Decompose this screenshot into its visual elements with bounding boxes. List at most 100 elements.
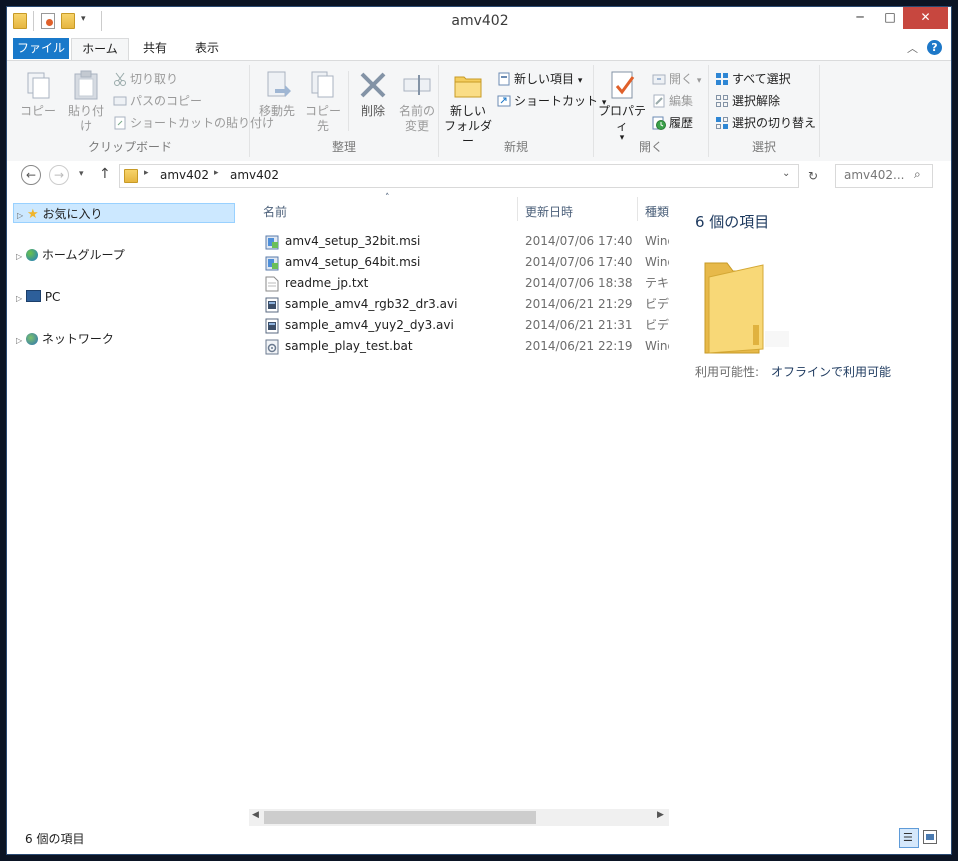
- availability-label: 利用可能性:: [695, 365, 760, 379]
- copy-to-button[interactable]: コピー先: [300, 69, 346, 134]
- rename-button[interactable]: 名前の 変更: [394, 69, 440, 134]
- file-type: ビデオ: [645, 297, 669, 311]
- properties-button[interactable]: プロパティ ▾: [596, 69, 648, 143]
- help-icon[interactable]: ?: [927, 40, 942, 55]
- history-button[interactable]: 履歴: [652, 113, 693, 133]
- collapse-ribbon-icon[interactable]: ︿: [907, 40, 918, 56]
- up-button[interactable]: ↑: [99, 166, 111, 182]
- cut-button[interactable]: 切り取り: [113, 69, 178, 89]
- new-group-label: 新規: [503, 140, 528, 154]
- invert-selection-button[interactable]: 選択の切り替え: [715, 113, 816, 133]
- table-row[interactable]: sample_amv4_rgb32_dr3.avi 2014/06/21 21:…: [245, 294, 669, 315]
- nav-item-favorites[interactable]: ▷ ★ お気に入り: [13, 203, 235, 223]
- large-icons-view-button[interactable]: [923, 830, 937, 844]
- column-divider[interactable]: [637, 197, 638, 221]
- breadcrumb-item[interactable]: amv402: [230, 168, 279, 182]
- nav-item-network[interactable]: ▷ ネットワーク: [13, 329, 114, 349]
- select-all-icon: [715, 72, 729, 86]
- table-row[interactable]: amv4_setup_32bit.msi 2014/07/06 17:40 Wi…: [245, 231, 669, 252]
- column-header-date[interactable]: 更新日時: [525, 203, 573, 220]
- installer-icon: [265, 234, 279, 250]
- item-count-heading: 6 個の項目: [695, 213, 770, 231]
- recent-locations-icon[interactable]: ▾: [79, 169, 84, 179]
- tab-share[interactable]: 共有: [131, 38, 179, 59]
- column-header-type[interactable]: 種類: [645, 203, 669, 220]
- rename-icon: [401, 69, 433, 101]
- text-file-icon: [265, 276, 279, 292]
- address-dropdown-icon[interactable]: ⌄: [782, 168, 790, 179]
- new-folder-button[interactable]: 新しい フォルダー: [443, 69, 493, 149]
- close-button[interactable]: ✕: [903, 7, 948, 29]
- select-none-label: 選択解除: [732, 94, 781, 108]
- copy-path-button[interactable]: パスのコピー: [113, 91, 202, 111]
- minimize-button[interactable]: ─: [845, 7, 875, 29]
- file-name: readme_jp.txt: [285, 276, 369, 290]
- table-row[interactable]: readme_jp.txt 2014/07/06 18:38 テキス: [245, 273, 669, 294]
- window-title: amv402: [451, 13, 509, 29]
- new-item-button[interactable]: 新しい項目 ▾: [497, 69, 582, 89]
- nav-item-pc[interactable]: ▷ PC: [13, 287, 60, 307]
- paste-button[interactable]: 貼り付け: [63, 69, 109, 134]
- table-row[interactable]: sample_amv4_yuy2_dy3.avi 2014/06/21 21:3…: [245, 315, 669, 336]
- search-icon[interactable]: ⌕: [914, 167, 921, 182]
- expand-arrow-icon[interactable]: ▷: [17, 211, 23, 220]
- star-icon: ★: [26, 207, 39, 222]
- details-pane: 6 個の項目 利用可能性: オフラインで利用可能: [669, 193, 951, 833]
- breadcrumb-item[interactable]: amv402: [160, 168, 209, 182]
- address-bar[interactable]: ▸ amv402 ▸ amv402 ⌄: [119, 164, 799, 188]
- pc-icon: [25, 290, 41, 302]
- file-date: 2014/07/06 17:40: [525, 255, 633, 269]
- video-file-icon: [265, 318, 279, 334]
- refresh-icon[interactable]: ↻: [803, 166, 823, 186]
- paste-shortcut-icon: [113, 116, 127, 130]
- details-view-button[interactable]: ☰: [899, 828, 919, 848]
- copy-to-label: コピー先: [304, 104, 341, 133]
- column-divider[interactable]: [517, 197, 518, 221]
- open-button[interactable]: 開く ▾: [652, 69, 701, 89]
- open-label: 開く: [669, 72, 694, 86]
- scrollbar-thumb[interactable]: [264, 811, 536, 824]
- paste-icon: [70, 69, 102, 101]
- move-to-button[interactable]: 移動先: [254, 69, 300, 119]
- expand-arrow-icon[interactable]: ▷: [16, 294, 22, 303]
- status-bar: 6 個の項目 ☰: [7, 827, 951, 854]
- search-input[interactable]: amv402... ⌕: [835, 164, 933, 188]
- file-date: 2014/07/06 17:40: [525, 234, 633, 248]
- back-button[interactable]: ←: [21, 165, 41, 185]
- column-header-name[interactable]: 名前: [263, 203, 287, 220]
- table-row[interactable]: sample_play_test.bat 2014/06/21 22:19 Wi…: [245, 336, 669, 357]
- properties-label: プロパティ: [597, 104, 646, 133]
- nav-item-homegroup[interactable]: ▷ ホームグループ: [13, 245, 125, 265]
- horizontal-scrollbar[interactable]: ◀ ▶: [249, 809, 669, 826]
- file-date: 2014/06/21 22:19: [525, 339, 633, 353]
- expand-arrow-icon[interactable]: ▷: [16, 336, 22, 345]
- maximize-button[interactable]: □: [875, 7, 905, 29]
- tab-view[interactable]: 表示: [183, 38, 231, 59]
- shortcut-button[interactable]: ショートカット ▾: [497, 91, 606, 111]
- table-row[interactable]: amv4_setup_64bit.msi 2014/07/06 17:40 Wi…: [245, 252, 669, 273]
- forward-arrow-icon: →: [53, 168, 65, 182]
- breadcrumb-separator-icon[interactable]: ▸: [144, 168, 149, 178]
- expand-arrow-icon[interactable]: ▷: [16, 252, 22, 261]
- invert-selection-label: 選択の切り替え: [732, 116, 817, 130]
- file-name: sample_amv4_yuy2_dy3.avi: [285, 318, 454, 332]
- copy-to-icon: [307, 69, 339, 101]
- file-type: Wind: [645, 255, 669, 269]
- file-list: ˄ 名前 更新日時 種類 amv4_setup_32bit.msi 2014/0…: [245, 193, 669, 833]
- select-none-button[interactable]: 選択解除: [715, 91, 780, 111]
- forward-button[interactable]: →: [49, 165, 69, 185]
- scroll-right-icon[interactable]: ▶: [657, 810, 664, 820]
- delete-button[interactable]: 削除: [350, 69, 396, 119]
- properties-icon: [606, 69, 638, 101]
- edit-button[interactable]: 編集: [652, 91, 693, 111]
- copy-button[interactable]: コピー: [15, 69, 61, 119]
- breadcrumb-separator-icon[interactable]: ▸: [214, 168, 219, 178]
- tab-file[interactable]: ファイル: [13, 38, 69, 59]
- ribbon: コピー 貼り付け 切り取り パスのコピー ショートカットの貼り付け クリップボー…: [7, 60, 951, 162]
- history-icon: [652, 116, 666, 130]
- batch-file-icon: [265, 339, 279, 355]
- tab-home[interactable]: ホーム: [71, 38, 129, 60]
- select-all-button[interactable]: すべて選択: [715, 69, 791, 89]
- scroll-left-icon[interactable]: ◀: [252, 810, 259, 820]
- select-none-icon: [715, 94, 729, 108]
